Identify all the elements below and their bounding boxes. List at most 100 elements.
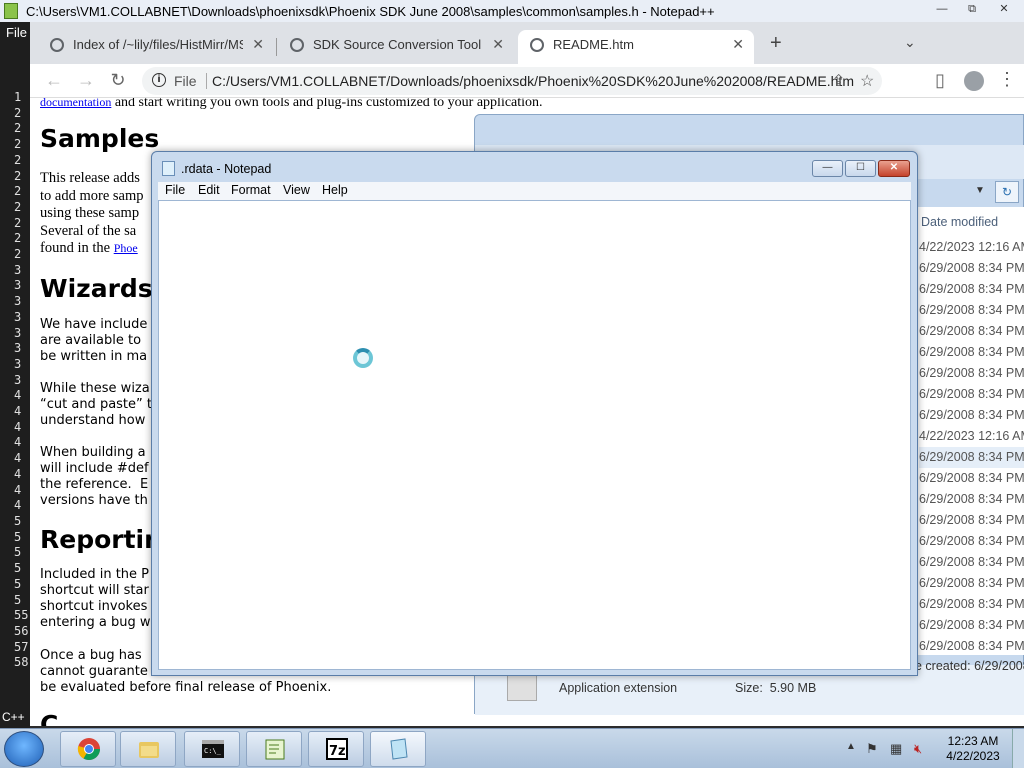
file-row-date-modified[interactable]: 6/29/2008 8:34 PM [919,300,1024,321]
file-row-date-modified[interactable]: 6/29/2008 8:34 PM [919,468,1024,489]
new-tab-button[interactable]: + [770,32,782,55]
url-text[interactable]: C:/Users/VM1.COLLABNET/Downloads/phoenix… [212,73,854,89]
file-row-date-modified[interactable]: 6/29/2008 8:34 PM [919,594,1024,615]
line-number: 2 [14,105,22,120]
file-row-date-modified[interactable]: 6/29/2008 8:34 PM [919,615,1024,636]
back-button[interactable]: ← [42,69,66,93]
file-row-date-modified[interactable]: 4/22/2023 12:16 AM [919,426,1024,447]
phoenix-link[interactable]: Phoe [114,241,138,255]
close-button[interactable]: ✕ [990,2,1018,18]
documentation-link[interactable]: documentation [40,98,111,109]
line-number: 4 [14,482,22,497]
close-button[interactable]: ✕ [878,160,910,177]
tab-close-icon[interactable]: ✕ [492,36,504,53]
7zip-taskbar-button[interactable]: 7z [308,731,364,767]
show-desktop-button[interactable] [1012,729,1024,768]
menu-format[interactable]: Format [231,183,271,197]
system-clock[interactable]: 12:23 AM 4/22/2023 [938,734,1008,764]
date-modified-header[interactable]: Date modified [921,215,998,229]
profile-avatar[interactable] [964,71,984,91]
intro-line: documentation and start writing you own … [40,98,543,111]
bookmark-star-icon[interactable]: ☆ [860,71,874,91]
line-number: 5 [14,529,22,544]
maximize-button[interactable]: ☐ [845,160,876,177]
notepadpp-titlebar: C:\Users\VM1.COLLABNET\Downloads\phoenix… [0,0,1024,22]
file-list: Date modified 4/22/2023 12:16 AM 6/29/200… [915,207,1024,655]
explorer-taskbar-button[interactable] [120,731,176,767]
menu-file[interactable]: File [165,183,185,197]
show-hidden-icons-arrow[interactable]: ▲ [846,741,856,752]
file-row-date-modified[interactable]: 6/29/2008 8:34 PM [919,258,1024,279]
file-row-date-modified[interactable]: 6/29/2008 8:34 PM [919,405,1024,426]
line-number: 2 [14,168,22,183]
line-number: 4 [14,404,22,419]
file-row-date-modified[interactable]: 6/29/2008 8:34 PM [919,279,1024,300]
menu-help[interactable]: Help [322,183,348,197]
notepad-title: .rdata - Notepad [181,162,272,176]
tab-index-of-lily[interactable]: Index of /~lily/files/HistMirr/MSF ✕ [38,30,274,64]
svg-text:7z: 7z [329,744,346,759]
file-row-date-modified[interactable]: 6/29/2008 8:34 PM [919,384,1024,405]
file-size: Size: 5.90 MB [735,681,817,695]
notepad-titlebar[interactable]: .rdata - Notepad — ☐ ✕ [152,152,917,182]
file-row-date-modified[interactable]: 6/29/2008 8:34 PM [919,573,1024,594]
globe-icon [290,38,304,52]
info-icon[interactable]: i [152,73,166,87]
volume-muted-icon[interactable]: 🔇︎ [914,741,922,757]
date-created: e created: 6/29/2008 [915,659,1024,673]
line-number: 2 [14,247,22,262]
samples-heading: Samples [40,124,160,153]
notepadpp-menu-file[interactable]: File [6,25,27,40]
line-number: 3 [14,356,22,371]
line-number: 3 [14,325,22,340]
file-row-date-modified[interactable]: 6/29/2008 8:34 PM [919,531,1024,552]
cmd-taskbar-button[interactable]: C:\_ [184,731,240,767]
file-row-date-modified[interactable]: 6/29/2008 8:34 PM [919,321,1024,342]
notepadpp-taskbar-button[interactable] [246,731,302,767]
file-type: Application extension [559,681,678,695]
action-center-flag-icon[interactable]: ⚑ [866,741,878,757]
refresh-icon[interactable]: ↻ [995,181,1019,203]
maximize-button[interactable]: ⧉ [958,2,986,18]
line-number: 3 [14,278,22,293]
file-row-date-modified[interactable]: 4/22/2023 12:16 AM [919,237,1024,258]
reload-button[interactable]: ↻ [106,69,130,93]
file-row-date-modified[interactable]: 6/29/2008 8:34 PM [919,363,1024,384]
folder-icon [139,742,159,758]
file-row-date-modified[interactable]: 6/29/2008 8:34 PM [919,447,1024,468]
line-number: 2 [14,215,22,230]
file-row-date-modified[interactable]: 6/29/2008 8:34 PM [919,636,1024,657]
line-number: 3 [14,372,22,387]
page-icon [50,38,64,52]
notepadpp-window-title: C:\Users\VM1.COLLABNET\Downloads\phoenix… [26,4,715,19]
file-row-date-modified[interactable]: 6/29/2008 8:34 PM [919,342,1024,363]
start-button[interactable] [4,731,44,767]
tab-sdk-source-conversion[interactable]: SDK Source Conversion Tool ✕ [278,30,514,64]
tab-search-button[interactable]: ⌄ [904,34,916,51]
line-number: 4 [14,498,22,513]
line-number: 57 [14,639,29,654]
text-editor-area[interactable] [158,200,911,670]
minimize-button[interactable]: — [812,160,843,177]
tab-close-icon[interactable]: ✕ [252,36,264,53]
menu-kebab-icon[interactable]: ⋮ [998,69,1016,90]
line-number: 4 [14,435,22,450]
minimize-button[interactable]: — [928,2,956,18]
reporting-heading: Reportin [40,525,162,554]
chrome-taskbar-button[interactable] [60,731,116,767]
forward-button[interactable]: → [74,69,98,93]
side-panel-icon[interactable]: ▯ [928,69,952,93]
notepad-taskbar-button[interactable] [370,731,426,767]
network-icon[interactable]: ▦ [890,741,902,757]
file-row-date-modified[interactable]: 6/29/2008 8:34 PM [919,552,1024,573]
clock-time: 12:23 AM [947,734,999,748]
file-row-date-modified[interactable]: 6/29/2008 8:34 PM [919,510,1024,531]
file-row-date-modified[interactable]: 6/29/2008 8:34 PM [919,489,1024,510]
address-bar[interactable]: i File C:/Users/VM1.COLLABNET/Downloads/… [142,67,882,95]
tab-readme[interactable]: README.htm ✕ [518,30,754,64]
menu-view[interactable]: View [283,183,310,197]
tab-close-icon[interactable]: ✕ [732,36,744,53]
menu-edit[interactable]: Edit [198,183,220,197]
dropdown-icon[interactable]: ▼ [975,185,985,196]
share-icon[interactable]: ⇪ [832,71,845,91]
